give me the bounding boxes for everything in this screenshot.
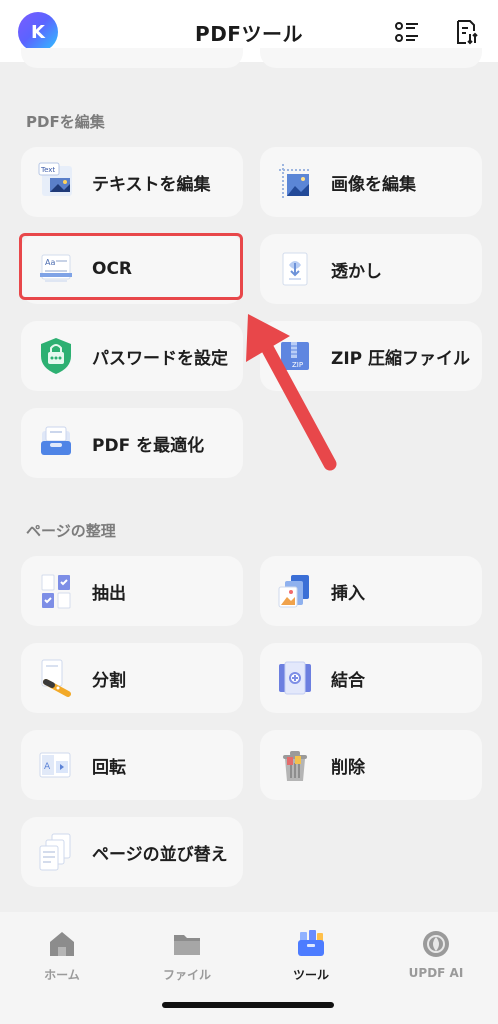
folder-icon [174, 935, 200, 955]
tool-merge[interactable]: 結合 [260, 643, 482, 713]
home-icon [50, 932, 74, 956]
reorder-pages-icon [39, 833, 71, 871]
tool-delete[interactable]: 削除 [260, 730, 482, 800]
tool-label: 削除 [331, 757, 365, 778]
tool-label: 結合 [331, 670, 365, 691]
tool-label: 抽出 [92, 583, 126, 604]
tool-label: PDF を最適化 [92, 435, 205, 456]
optimize-tray-icon [41, 426, 71, 455]
tab-label: UPDF AI [408, 966, 464, 980]
tool-extract[interactable]: 抽出 [21, 556, 243, 626]
tool-rotate[interactable]: A 回転 [21, 730, 243, 800]
tab-label: ファイル [162, 968, 211, 982]
tab-files[interactable]: ファイル [137, 928, 237, 983]
tool-label: パスワードを設定 [92, 348, 228, 369]
tool-label: 回転 [92, 757, 126, 778]
section-title-organize: ページの整理 [26, 522, 116, 540]
tool-optimize[interactable]: PDF を最適化 [21, 408, 243, 478]
split-cutter-icon [41, 659, 71, 697]
tab-tools[interactable]: ツール [261, 928, 361, 983]
tool-edit-image[interactable]: 画像を編集 [260, 147, 482, 217]
tool-label: 画像を編集 [331, 174, 416, 195]
home-indicator[interactable] [162, 1002, 334, 1008]
tool-label: ページの並び替え [92, 844, 228, 865]
tool-label: 挿入 [331, 583, 365, 604]
tool-edit-text[interactable]: Text テキストを編集 [21, 147, 243, 217]
tool-label: テキストを編集 [92, 174, 211, 195]
ai-spark-icon [423, 931, 449, 957]
extract-pages-icon [41, 574, 71, 609]
merge-pages-icon [279, 661, 311, 695]
tool-split[interactable]: 分割 [21, 643, 243, 713]
tool-insert[interactable]: 挿入 [260, 556, 482, 626]
section-title-edit: PDFを編集 [26, 113, 105, 131]
document-sort-icon[interactable] [452, 18, 480, 46]
watermark-icon [282, 252, 308, 286]
tool-label: 透かし [331, 261, 382, 282]
tool-reorder-pages[interactable]: ページの並び替え [21, 817, 243, 887]
tool-watermark[interactable]: 透かし [260, 234, 482, 304]
tab-home[interactable]: ホーム [12, 928, 112, 983]
trash-bin-icon [283, 751, 307, 781]
insert-pages-icon [278, 575, 309, 608]
tools-toolbox-icon [298, 930, 324, 956]
edit-image-icon [279, 164, 311, 198]
tab-label: ホーム [44, 968, 80, 982]
tool-label: 分割 [92, 670, 126, 691]
list-view-icon[interactable] [393, 18, 421, 46]
password-shield-icon [41, 338, 71, 374]
tab-label: ツール [292, 968, 329, 982]
text-tag: Text [40, 166, 55, 174]
annotation-arrow-icon [246, 314, 337, 471]
page-title: PDFツール [195, 22, 303, 46]
tool-set-password[interactable]: パスワードを設定 [21, 321, 243, 391]
ocr-highlight-box [19, 233, 243, 300]
tool-label: ZIP 圧縮ファイル [331, 348, 471, 369]
rotate-tag: A [44, 762, 51, 772]
rotate-pages-icon: A [39, 752, 71, 778]
partial-card-right[interactable] [260, 48, 482, 68]
edit-text-icon: Text [38, 162, 72, 196]
tab-updf-ai[interactable]: UPDF AI [386, 928, 486, 980]
partial-card-left[interactable] [21, 48, 243, 68]
